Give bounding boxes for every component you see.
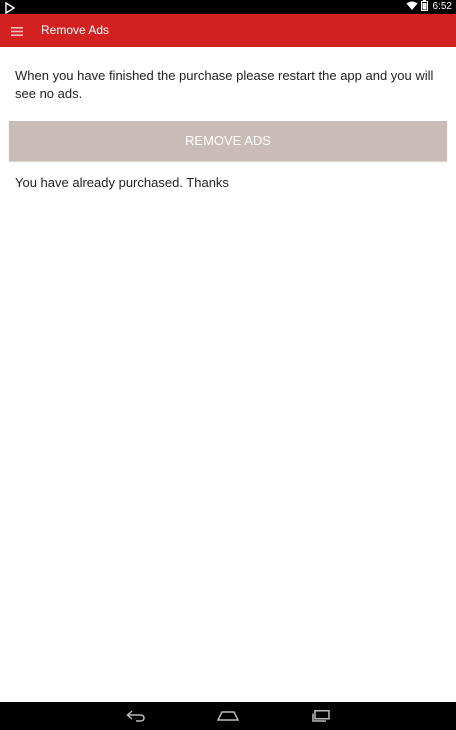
page-title: Remove Ads: [41, 23, 110, 37]
purchase-status-text: You have already purchased. Thanks: [15, 175, 229, 190]
status-indicators: 6:52: [406, 0, 452, 14]
system-nav-bar: [0, 702, 456, 730]
app-screen: 6:52 Remove Ads When you have finished t…: [0, 0, 456, 730]
status-bar: 6:52: [0, 0, 456, 15]
play-store-notification-icon: [5, 1, 17, 15]
status-time: 6:52: [432, 1, 452, 12]
back-icon[interactable]: [122, 706, 150, 726]
hamburger-menu-icon[interactable]: [6, 20, 28, 42]
app-bar: Remove Ads: [0, 14, 456, 47]
home-icon[interactable]: [214, 706, 242, 726]
main-content: When you have finished the purchase plea…: [0, 47, 456, 702]
restart-info-text: When you have finished the purchase plea…: [15, 68, 434, 101]
recents-icon[interactable]: [307, 706, 335, 726]
remove-ads-button[interactable]: REMOVE ADS: [9, 121, 447, 161]
